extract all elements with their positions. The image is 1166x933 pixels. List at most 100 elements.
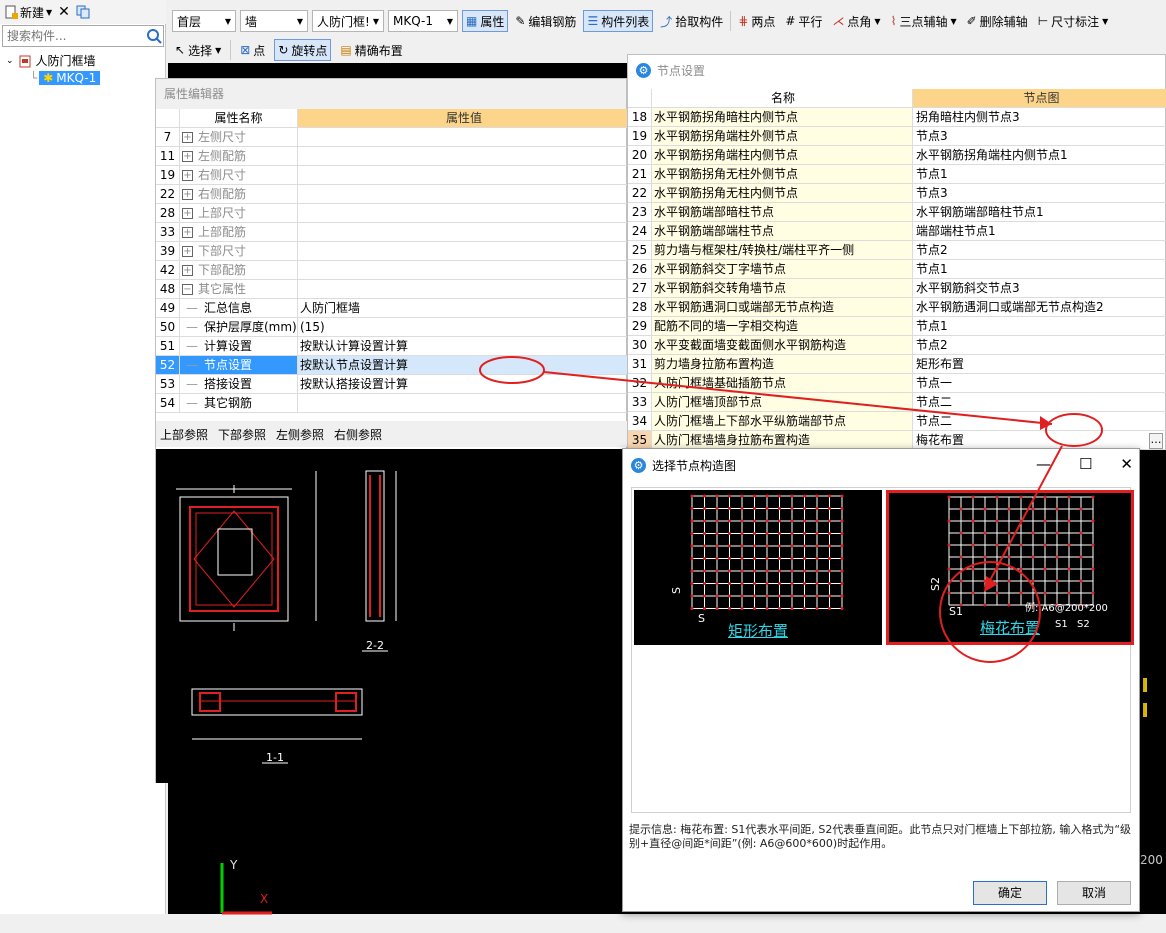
rotate-point-button[interactable]: ↻ 旋转点 [274,39,332,61]
property-row[interactable]: 49 — 汇总信息 人防门框墙 [156,299,628,318]
expand-icon[interactable]: + [182,188,193,200]
property-value[interactable] [298,394,628,412]
property-button[interactable]: ▦ 属性 [462,10,509,32]
property-value[interactable] [298,128,628,146]
node-row[interactable]: 26 水平钢筋斜交丁字墙节点 节点1 [628,260,1166,279]
property-value[interactable]: 按默认节点设置计算 [298,356,628,374]
property-value[interactable] [298,261,628,279]
property-row[interactable]: 50 — 保护层厚度(mm) (15) [156,318,628,337]
parallel-button[interactable]: # 平行 [782,10,825,32]
property-row[interactable]: 11 + 左侧配筋 [156,147,628,166]
option-plum-label[interactable]: 梅花布置 [889,617,1131,638]
node-row[interactable]: 28 水平钢筋遇洞口或端部无节点构造 水平钢筋遇洞口或端部无节点构造2 [628,298,1166,317]
node-row[interactable]: 24 水平钢筋端部端柱节点 端部端柱节点1 [628,222,1166,241]
search-icon[interactable] [145,27,163,45]
property-value[interactable] [298,147,628,165]
property-row[interactable]: 28 + 上部尺寸 [156,204,628,223]
delete-axis-button[interactable]: ✐ 删除辅轴 [964,10,1031,32]
property-value[interactable] [298,280,628,298]
point-angle-button[interactable]: ⋌ 点角 ▼ [829,10,883,32]
node-value[interactable]: 水平钢筋斜交节点3 [913,279,1166,297]
component-list-button[interactable]: ☰ 构件列表 [583,10,654,32]
point-button[interactable]: ⊠ 点 [237,39,268,61]
property-value[interactable]: 人防门框墙 [298,299,628,317]
select-button[interactable]: ↖ 选择 ▼ [172,39,224,61]
node-value[interactable]: 节点1 [913,317,1166,335]
node-value[interactable]: 节点3 [913,127,1166,145]
property-value[interactable] [298,185,628,203]
node-value[interactable]: 节点一 [913,374,1166,392]
expand-icon[interactable]: + [182,131,193,143]
property-row[interactable]: 22 + 右侧配筋 [156,185,628,204]
expand-icon[interactable]: − [182,283,193,295]
new-button[interactable]: 新建 ▼ [4,4,52,21]
expand-icon[interactable]: + [182,207,193,219]
name-select[interactable]: MKQ-1 ▼ [388,10,458,32]
node-row[interactable]: 23 水平钢筋端部暗柱节点 水平钢筋端部暗柱节点1 [628,203,1166,222]
minimize-icon[interactable]: — [1036,455,1051,473]
property-row[interactable]: 42 + 下部配筋 [156,261,628,280]
dimension-button[interactable]: ⊢ 尺寸标注 ▼ [1035,10,1112,32]
maximize-icon[interactable]: ☐ [1079,455,1092,473]
property-row[interactable]: 33 + 上部配筋 [156,223,628,242]
collapse-icon[interactable]: ⌄ [6,56,14,66]
close-icon[interactable]: ✕ [1120,455,1133,473]
node-value[interactable]: 端部端柱节点1 [913,222,1166,240]
option-rectangular-label[interactable]: 矩形布置 [634,620,882,641]
copy-icon[interactable] [76,5,90,19]
ref-tab-top[interactable]: 上部参照 [160,426,208,443]
property-value[interactable] [298,223,628,241]
node-row[interactable]: 34 人防门框墙上下部水平纵筋端部节点 节点二 [628,412,1166,431]
option-rectangular[interactable]: SS 矩形布置 [634,490,882,645]
node-row[interactable]: 32 人防门框墙基础插筋节点 节点一 [628,374,1166,393]
property-row[interactable]: 54 — 其它钢筋 [156,394,628,413]
pick-component-button[interactable]: ⤴ 拾取构件 [657,10,726,32]
property-value[interactable]: 按默认计算设置计算 [298,337,628,355]
expand-icon[interactable]: + [182,245,193,257]
property-value[interactable]: 按默认搭接设置计算 [298,375,628,393]
node-value[interactable]: 水平钢筋拐角端柱内侧节点1 [913,146,1166,164]
node-row[interactable]: 25 剪力墙与框架柱/转换柱/端柱平齐一侧 节点2 [628,241,1166,260]
ellipsis-button[interactable]: … [1149,433,1163,449]
delete-icon[interactable]: ✕ [58,4,70,20]
expand-icon[interactable]: + [182,150,193,162]
expand-icon[interactable]: + [182,226,193,238]
property-value[interactable] [298,242,628,260]
node-row[interactable]: 33 人防门框墙顶部节点 节点二 [628,393,1166,412]
property-value[interactable]: (15) [298,318,628,336]
property-row[interactable]: 51 — 计算设置 按默认计算设置计算 [156,337,628,356]
floor-select[interactable]: 首层 ▼ [172,10,236,32]
node-row[interactable]: 19 水平钢筋拐角端柱外侧节点 节点3 [628,127,1166,146]
node-value[interactable]: 节点1 [913,260,1166,278]
ref-tab-left[interactable]: 左侧参照 [276,426,324,443]
node-row[interactable]: 21 水平钢筋拐角无柱外侧节点 节点1 [628,165,1166,184]
node-row[interactable]: 31 剪力墙身拉筋布置构造 矩形布置 [628,355,1166,374]
property-row[interactable]: 48− 其它属性 [156,280,628,299]
node-value[interactable]: 节点1 [913,165,1166,183]
node-row[interactable]: 29 配筋不同的墙一字相交构造 节点1 [628,317,1166,336]
node-row[interactable]: 20 水平钢筋拐角端柱内侧节点 水平钢筋拐角端柱内侧节点1 [628,146,1166,165]
option-plum[interactable]: S2 S1 例: A6@200*200 S1 S2 梅花布置 [886,490,1134,645]
ref-tab-right[interactable]: 右侧参照 [334,426,382,443]
node-value[interactable]: 节点二 [913,412,1166,430]
property-row[interactable]: 52 — 节点设置 按默认节点设置计算 [156,356,628,375]
property-value[interactable] [298,166,628,184]
node-value[interactable]: 节点2 [913,336,1166,354]
expand-icon[interactable]: + [182,169,193,181]
property-row[interactable]: 53 — 搭接设置 按默认搭接设置计算 [156,375,628,394]
property-row[interactable]: 39 + 下部尺寸 [156,242,628,261]
node-row[interactable]: 27 水平钢筋斜交转角墙节点 水平钢筋斜交节点3 [628,279,1166,298]
two-points-button[interactable]: ⋕ 两点 [735,10,778,32]
node-value[interactable]: 梅花布置 [913,431,1166,449]
edit-rebar-button[interactable]: ✎ 编辑钢筋 [512,10,579,32]
search-input[interactable] [3,26,141,46]
node-value[interactable]: 矩形布置 [913,355,1166,373]
node-row[interactable]: 30 水平变截面墙变截面侧水平钢筋构造 节点2 [628,336,1166,355]
node-row[interactable]: 22 水平钢筋拐角无柱内侧节点 节点3 [628,184,1166,203]
property-value[interactable] [298,204,628,222]
tree-child-item[interactable]: └ ✱ MKQ-1 [0,69,166,86]
node-value[interactable]: 水平钢筋端部暗柱节点1 [913,203,1166,221]
node-value[interactable]: 节点二 [913,393,1166,411]
ref-tab-bottom[interactable]: 下部参照 [218,426,266,443]
expand-icon[interactable]: + [182,264,193,276]
